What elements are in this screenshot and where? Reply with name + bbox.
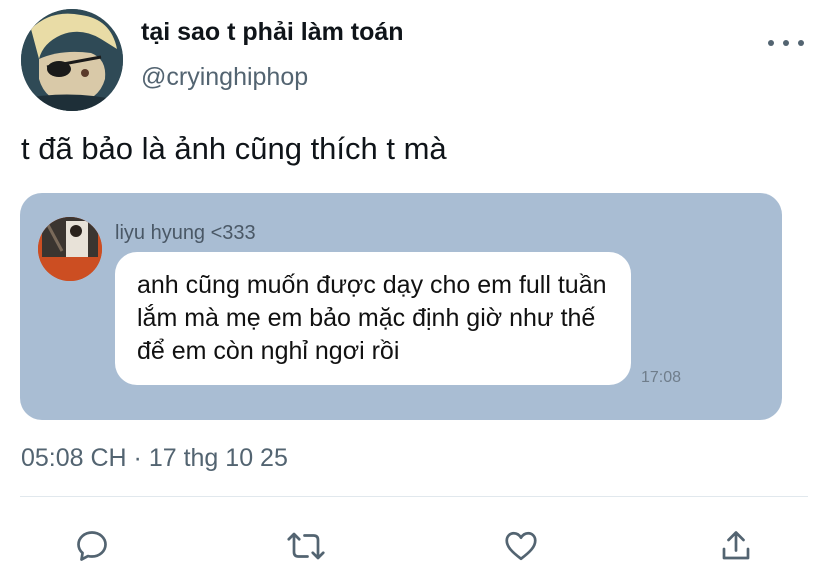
author-handle[interactable]: @cryinghiphop [141,63,308,92]
author-avatar[interactable] [21,9,123,111]
like-button[interactable] [501,526,541,566]
reply-button[interactable] [72,526,112,566]
chat-sender-avatar [38,217,102,281]
retweet-icon [287,532,325,560]
more-icon [768,40,774,46]
more-options-button[interactable] [768,32,804,54]
author-display-name[interactable]: tại sao t phải làm toán [141,18,404,47]
chat-message-text: anh cũng muốn được dạy cho em full tuần … [137,271,607,365]
reply-icon [77,531,107,561]
tweet-text: t đã bảo là ảnh cũng thích t mà [21,131,447,166]
tweet-timestamp[interactable]: 05:08 CH · 17 thg 10 25 [21,444,288,473]
retweet-button[interactable] [286,526,326,566]
avatar-image [21,9,123,111]
chat-sender-name: liyu hyung <333 [115,222,256,244]
share-icon [722,531,750,560]
divider [20,496,808,497]
share-button[interactable] [716,526,756,566]
chat-message-bubble: anh cũng muốn được dạy cho em full tuần … [115,252,631,385]
chat-message-time: 17:08 [641,369,682,386]
tweet-media-image[interactable]: liyu hyung <333 anh cũng muốn được dạy c… [20,193,782,420]
like-icon [505,531,537,561]
